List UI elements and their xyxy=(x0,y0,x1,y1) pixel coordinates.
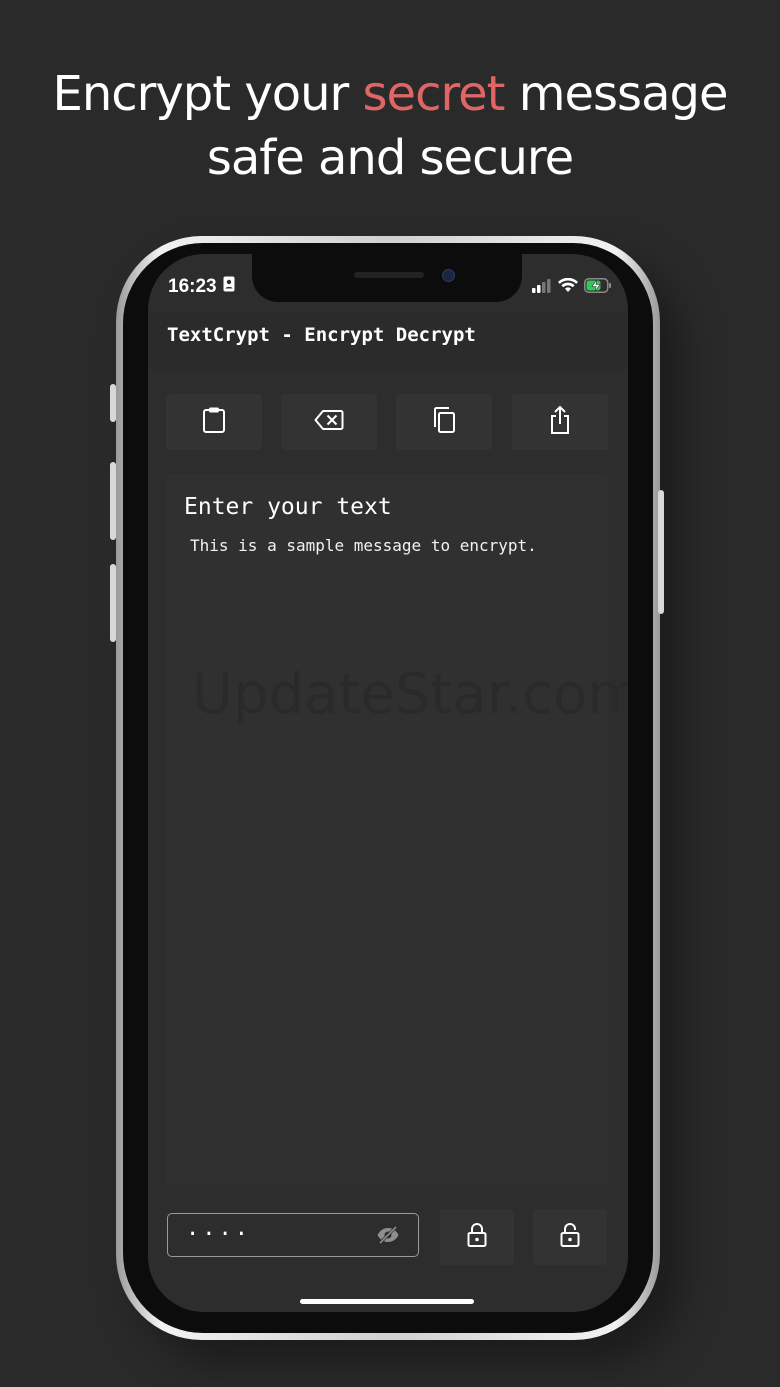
signal-icon xyxy=(532,278,552,298)
text-input-value[interactable]: This is a sample message to encrypt. xyxy=(190,536,537,555)
headline-line-2: safe and secure xyxy=(206,130,574,186)
text-input-area[interactable]: Enter your text This is a sample message… xyxy=(166,474,628,1184)
phone-power-button xyxy=(658,490,664,614)
notch xyxy=(252,254,522,302)
paste-button[interactable] xyxy=(166,394,262,450)
phone-screen: 16:23 TextCrypt - Encrypt Decrypt Enter … xyxy=(148,254,628,1312)
copy-icon xyxy=(431,406,457,439)
eye-off-icon[interactable] xyxy=(376,1225,400,1250)
battery-charging-icon xyxy=(584,278,612,298)
password-field[interactable]: ···· xyxy=(167,1213,419,1257)
lock-icon xyxy=(466,1222,488,1253)
headline: Encrypt your secret message safe and sec… xyxy=(0,62,780,190)
headline-line-1: Encrypt your secret message xyxy=(0,62,780,126)
headline-accent: secret xyxy=(362,66,506,122)
status-time: 16:23 xyxy=(168,276,235,298)
contact-card-icon xyxy=(223,276,235,298)
password-value[interactable]: ···· xyxy=(186,1222,251,1247)
phone-volume-up xyxy=(110,462,116,540)
status-icons xyxy=(532,277,612,298)
clear-button[interactable] xyxy=(281,394,377,450)
share-icon xyxy=(548,405,572,440)
app-title: TextCrypt - Encrypt Decrypt xyxy=(167,324,476,346)
unlock-icon xyxy=(559,1222,581,1253)
headline-text: Encrypt your xyxy=(52,66,363,122)
home-indicator[interactable] xyxy=(300,1299,474,1304)
phone-volume-down xyxy=(110,564,116,642)
earpiece-speaker xyxy=(354,272,424,278)
front-camera xyxy=(442,269,455,282)
text-input-label: Enter your text xyxy=(184,494,392,520)
encrypt-button[interactable] xyxy=(440,1209,514,1265)
decrypt-button[interactable] xyxy=(533,1209,607,1265)
watermark: UpdateStar.com xyxy=(192,662,628,727)
clipboard-icon xyxy=(201,406,227,439)
share-button[interactable] xyxy=(512,394,608,450)
copy-button[interactable] xyxy=(396,394,492,450)
status-time-text: 16:23 xyxy=(168,276,217,297)
headline-text: message xyxy=(504,66,729,122)
wifi-icon xyxy=(558,277,578,298)
backspace-icon xyxy=(314,409,344,436)
phone-mute-switch xyxy=(110,384,116,422)
